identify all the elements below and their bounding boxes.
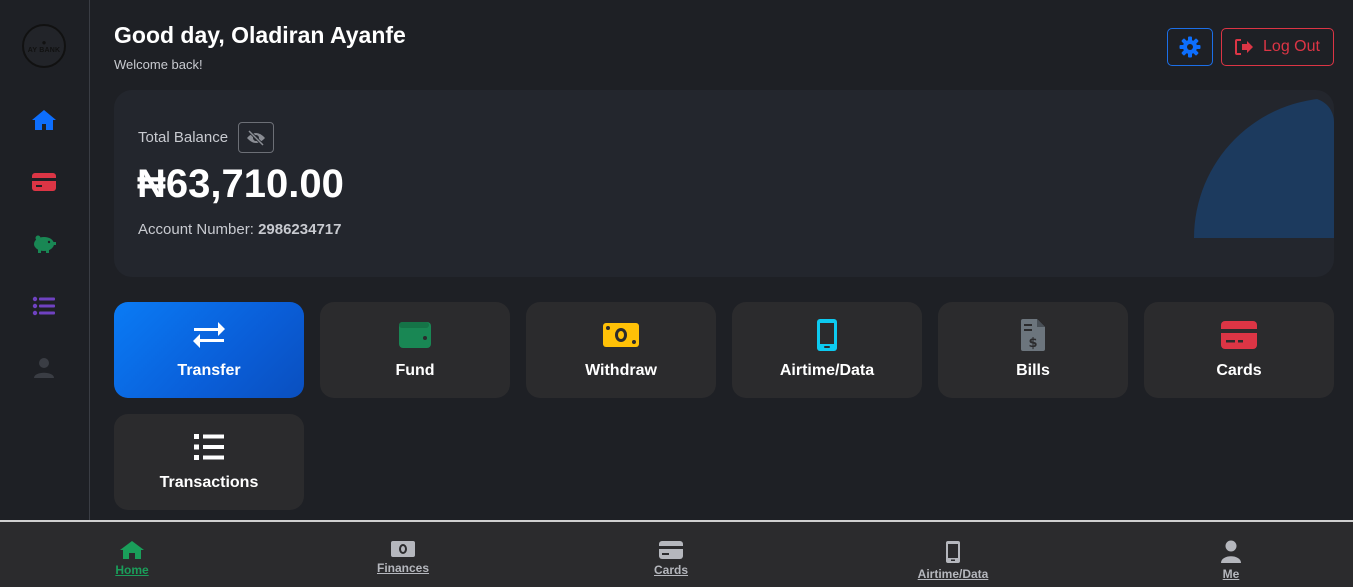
airtime-data-label: Airtime/Data [779, 362, 875, 379]
transactions-label: Transactions [159, 474, 259, 491]
sidebar-item-transactions[interactable] [30, 292, 58, 320]
sidebar-item-cards[interactable] [30, 168, 58, 196]
sign-out-icon [1235, 39, 1254, 55]
bottom-nav: Home Finances Cards Airtime/Data Me [0, 520, 1353, 587]
cards-label: Cards [1216, 362, 1262, 379]
credit-card-icon [32, 173, 56, 191]
user-icon [34, 358, 54, 378]
withdraw-label: Withdraw [585, 362, 657, 379]
sidebar: ● AY BANK [0, 0, 90, 520]
transfer-arrows-icon [193, 322, 225, 348]
home-icon [120, 541, 144, 559]
balance-card: Total Balance ₦63,710.00 Account Number:… [114, 90, 1334, 277]
eye-slash-icon [247, 129, 265, 146]
page-title: Good day, Oladiran Ayanfe [114, 22, 406, 48]
bottom-nav-finances-label: Finances [376, 561, 430, 575]
bottom-nav-home[interactable]: Home [115, 540, 149, 577]
settings-button[interactable] [1167, 28, 1213, 66]
fund-label: Fund [395, 362, 435, 379]
transactions-tile[interactable]: Transactions [114, 414, 304, 510]
cards-tile[interactable]: Cards [1144, 302, 1334, 398]
account-number-row: Account Number: 2986234717 [138, 221, 342, 238]
money-bill-icon [391, 541, 415, 557]
user-icon [1221, 540, 1241, 563]
logout-button[interactable]: Log Out [1221, 28, 1334, 66]
bottom-nav-airtime-data-label: Airtime/Data [917, 567, 989, 581]
account-number-value: 2986234717 [258, 221, 342, 238]
home-icon [32, 110, 56, 130]
credit-card-icon [1221, 321, 1257, 349]
airtime-data-tile[interactable]: Airtime/Data [732, 302, 922, 398]
balance-label: Total Balance [138, 129, 229, 146]
gear-icon [1179, 36, 1201, 58]
bottom-nav-cards[interactable]: Cards [654, 540, 688, 577]
fund-tile[interactable]: Fund [320, 302, 510, 398]
piggy-bank-icon [34, 235, 56, 253]
toggle-balance-visibility-button[interactable] [238, 122, 274, 153]
welcome-subtitle: Welcome back! [114, 57, 203, 72]
svg-text:$: $ [1028, 336, 1037, 351]
mobile-phone-icon [946, 541, 960, 563]
bottom-nav-cards-label: Cards [654, 563, 689, 577]
decorative-circle [1194, 98, 1334, 238]
bills-label: Bills [1016, 362, 1050, 379]
credit-card-icon [659, 541, 683, 559]
bottom-nav-airtime-data[interactable]: Airtime/Data [916, 540, 990, 581]
balance-amount: ₦63,710.00 [137, 162, 344, 206]
bills-tile[interactable]: $ Bills [938, 302, 1128, 398]
transfer-tile[interactable]: Transfer [114, 302, 304, 398]
sidebar-item-profile[interactable] [30, 354, 58, 382]
logout-label: Log Out [1263, 38, 1320, 55]
invoice-dollar-icon: $ [1021, 319, 1045, 351]
bottom-nav-finances[interactable]: Finances [376, 540, 430, 575]
bank-logo[interactable]: ● AY BANK [22, 24, 66, 68]
logo-text: AY BANK [27, 46, 61, 54]
wallet-icon [399, 322, 431, 348]
account-number-label: Account Number: [138, 221, 254, 238]
bottom-nav-me-label: Me [1222, 567, 1240, 581]
money-bill-icon [603, 323, 639, 347]
logo-mark-icon: ● [41, 37, 47, 47]
bottom-nav-me[interactable]: Me [1217, 540, 1245, 581]
bottom-nav-home-label: Home [115, 563, 149, 577]
sidebar-item-savings[interactable] [30, 230, 58, 258]
sidebar-item-home[interactable] [30, 106, 58, 134]
transfer-label: Transfer [177, 362, 241, 379]
list-icon [194, 434, 224, 460]
list-icon [32, 296, 55, 316]
mobile-phone-icon [817, 319, 837, 351]
withdraw-tile[interactable]: Withdraw [526, 302, 716, 398]
